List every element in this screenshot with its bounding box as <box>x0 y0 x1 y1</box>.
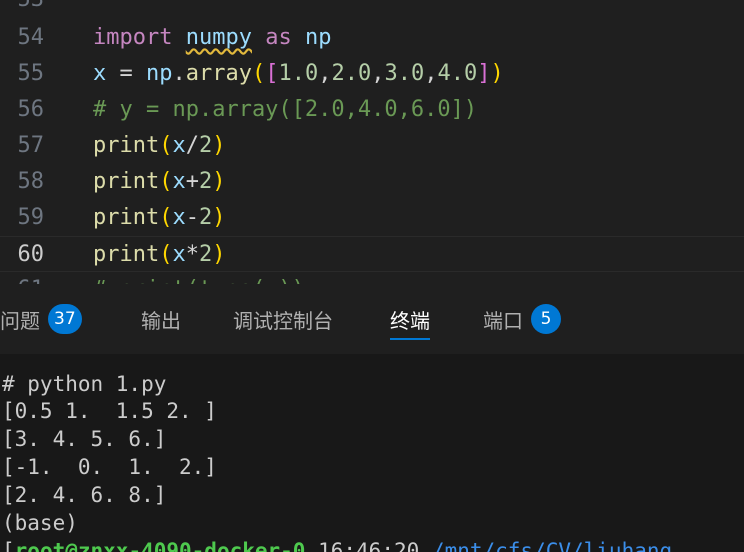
prompt-path: /mnt/cfs/CV/liuhang <box>431 539 673 552</box>
editor-line[interactable]: 59 print(x-2) <box>0 200 744 236</box>
terminal-line: [3. 4. 5. 6.] <box>2 427 167 451</box>
editor-line[interactable]: 57 print(x/2) <box>0 128 744 164</box>
editor-line[interactable]: 56 # y = np.array([2.0,4.0,6.0]) <box>0 92 744 128</box>
terminal-line: (base) <box>2 511 78 535</box>
comment-text: # y = np.array([2.0,4.0,6.0]) <box>93 97 478 122</box>
code-text: print(x+2) <box>93 169 226 194</box>
code-text: print(x/2) <box>93 133 226 158</box>
line-number: 60 <box>17 242 45 267</box>
terminal-line: [-1. 0. 1. 2.] <box>2 455 217 479</box>
code-text: print(x*2) <box>93 242 226 267</box>
editor-line[interactable]: 55 x = np.array([1.0,2.0,3.0,4.0]) <box>0 56 744 92</box>
prompt-user-host: root@znxx-4090-docker-0 <box>14 539 306 552</box>
code-editor[interactable]: 53 54 import numpy as np 55 x = np.array… <box>0 0 744 284</box>
editor-current-line[interactable]: 60 print(x*2) <box>0 236 744 272</box>
tab-output[interactable]: 输出 <box>141 284 181 354</box>
line-number: 56 <box>17 97 45 122</box>
code-text: print(x-2) <box>93 205 226 230</box>
tab-label: 终端 <box>390 308 430 333</box>
line-number: 59 <box>17 205 45 230</box>
terminal-line: # python 1.py <box>2 372 167 396</box>
line-number: 61 <box>10 272 45 284</box>
terminal-output[interactable]: # python 1.py [0.5 1. 1.5 2. ] [3. 4. 5.… <box>0 354 744 552</box>
line-number: 54 <box>17 25 45 50</box>
tab-terminal[interactable]: 终端 <box>390 284 430 354</box>
code-text: import numpy as np <box>93 25 332 50</box>
terminal-prompt: [root@znxx-4090-docker-0 16:46:20 /mnt/c… <box>2 537 672 552</box>
line-number: 53 <box>10 0 45 18</box>
prompt-time: 16:46:20 <box>318 539 420 552</box>
terminal-line: [0.5 1. 1.5 2. ] <box>2 399 217 423</box>
tab-ports[interactable]: 端口 5 <box>483 284 561 354</box>
code-text: x = np.array([1.0,2.0,3.0,4.0]) <box>93 61 504 86</box>
panel-tab-bar: 问题 37 输出 调试控制台 终端 端口 5 <box>0 284 744 354</box>
prompt-bracket: [ <box>2 539 15 552</box>
tab-label: 输出 <box>141 308 181 333</box>
comment-text: # print(type(x)) <box>93 272 305 284</box>
terminal-line: [2. 4. 6. 8.] <box>2 483 167 507</box>
editor-line[interactable]: 58 print(x+2) <box>0 164 744 200</box>
tab-label: 端口 <box>483 308 523 333</box>
problems-count-badge: 37 <box>48 304 82 334</box>
tab-label: 调试控制台 <box>233 308 333 333</box>
line-number: 55 <box>17 61 45 86</box>
tab-problems[interactable]: 问题 37 <box>0 284 82 354</box>
tab-label: 问题 <box>0 308 40 333</box>
editor-line[interactable]: 53 <box>0 0 744 18</box>
line-number: 57 <box>17 133 45 158</box>
editor-line[interactable]: 54 import numpy as np <box>0 20 744 56</box>
editor-line[interactable]: 61 # print(type(x)) <box>0 272 744 284</box>
line-number: 58 <box>17 169 45 194</box>
tab-debug-console[interactable]: 调试控制台 <box>233 284 333 354</box>
ports-count-badge: 5 <box>531 304 561 334</box>
